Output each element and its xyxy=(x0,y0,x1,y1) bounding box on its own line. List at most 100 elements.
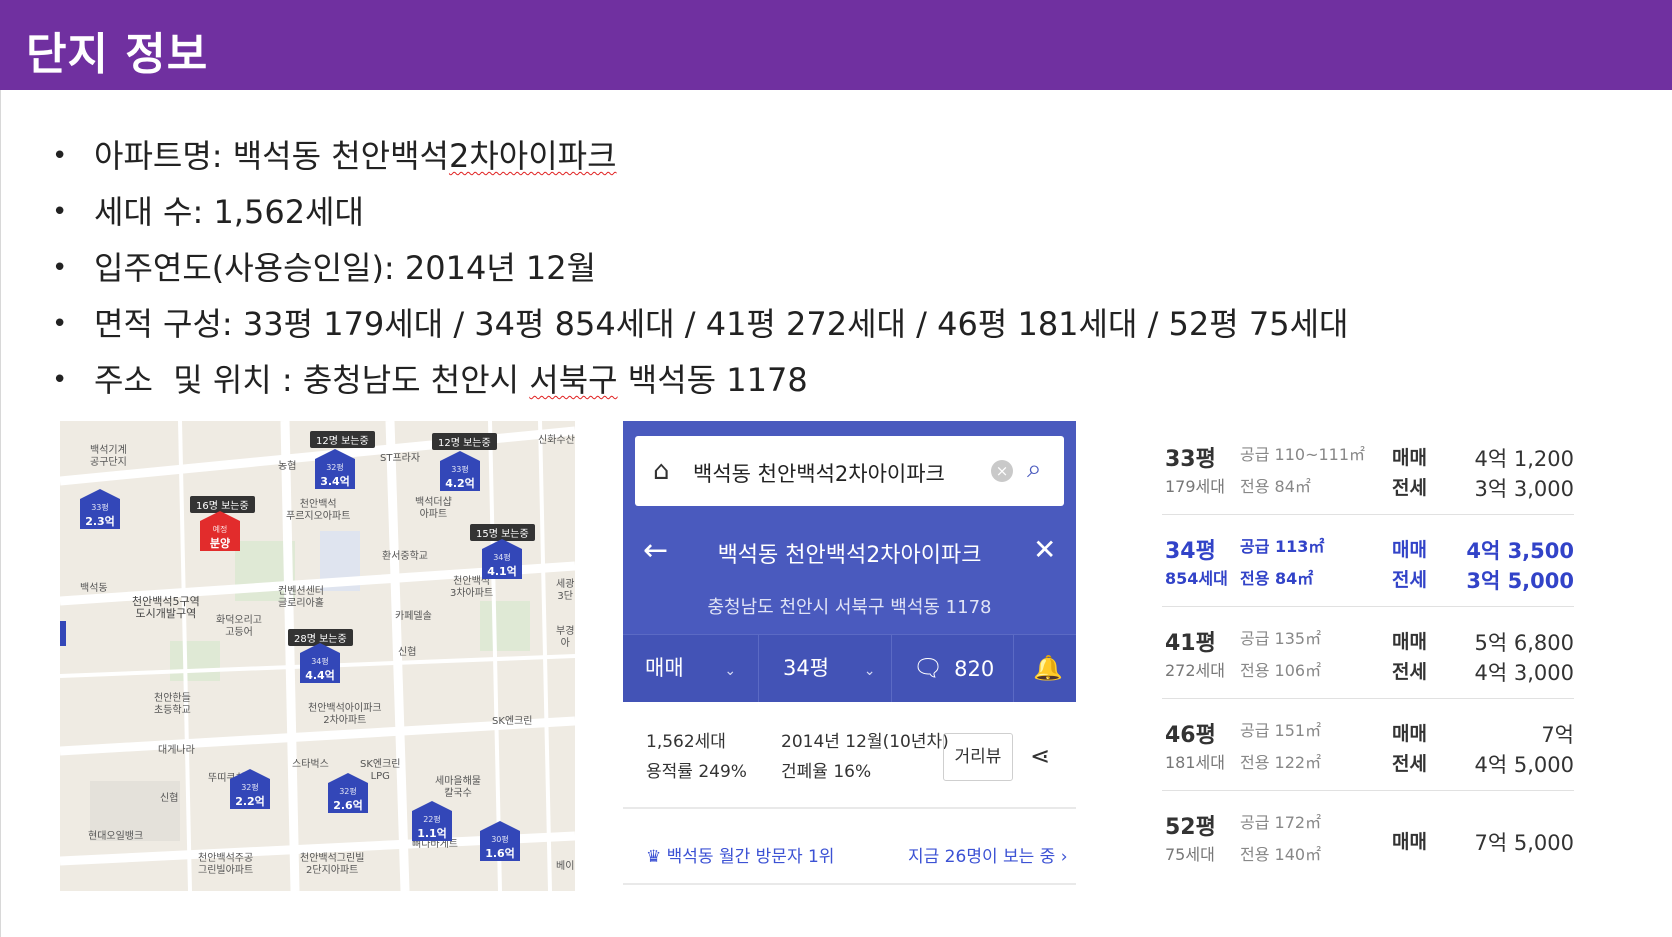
map-label: 천안백석5구역 도시개발구역 xyxy=(132,595,200,620)
price-pin[interactable]: 30평 1.6억 xyxy=(480,821,520,861)
street-view-button[interactable]: 거리뷰 xyxy=(943,733,1013,781)
tab-divider xyxy=(891,635,892,702)
row-divider xyxy=(1162,606,1574,607)
complex-address: 충청남도 천안시 서북구 백석동 1178 xyxy=(707,597,992,618)
search-icon[interactable]: ⌕ xyxy=(1027,454,1042,485)
share-icon[interactable]: ⋖ xyxy=(1030,742,1050,770)
price-pin[interactable]: 22평 1.1억 xyxy=(412,801,452,841)
map-label: 부경 아 xyxy=(556,626,575,649)
map-label: ST프라자 xyxy=(380,453,421,464)
map-label: 농협 xyxy=(278,461,297,472)
lease-price: 3억 5,000 xyxy=(1466,569,1574,593)
lease-type: 전세 xyxy=(1392,569,1427,591)
pin-price: 2.3억 xyxy=(85,515,115,528)
supply-area: 공급 113㎡ xyxy=(1240,537,1325,556)
trade-price: 4억 1,200 xyxy=(1474,447,1574,471)
map-label: 천안백석아이파크 2차아파트 xyxy=(308,703,382,726)
size-label: 34평 xyxy=(783,656,830,680)
viewing-now-link[interactable]: 지금 26명이 보는 중 › xyxy=(908,842,1068,867)
supply-area: 공급 172㎡ xyxy=(1240,813,1322,832)
map-view[interactable]: 백석기계 공구단지 농협 ST프라자 신화수산 천안백석 푸르지오아파트 백석더… xyxy=(60,421,575,891)
households-count: 1,562세대 xyxy=(646,732,726,752)
home-icon[interactable]: ⌂ xyxy=(653,456,670,486)
complex-stats-right: 2014년 12월(10년차) 건폐율 16% xyxy=(781,727,949,787)
chevron-down-icon: ⌄ xyxy=(724,663,737,679)
price-pin[interactable]: 32평 3.4억 xyxy=(315,449,355,489)
price-pin[interactable]: 33평 4.2억 xyxy=(440,451,480,491)
close-icon[interactable]: ✕ xyxy=(1033,533,1056,566)
chevron-right-icon: › xyxy=(1060,847,1068,867)
filter-tab-bar: 매매 ⌄ 34평 ⌄ 🗨 820 🔔 xyxy=(623,634,1076,702)
floor-area-ratio: 용적률 249% xyxy=(646,762,747,782)
slide-title: 단지 정보 xyxy=(26,29,209,80)
search-input-text[interactable]: 백석동 천안백석2차아이파크 xyxy=(693,458,945,488)
presale-pin[interactable]: 예정 분양 xyxy=(200,511,240,551)
pin-size: 30평 xyxy=(491,835,509,844)
map-label: 천안백석주공 그린빌아파트 xyxy=(198,853,254,876)
supply-area: 공급 151㎡ xyxy=(1240,721,1322,740)
price-row[interactable]: 46평 181세대 공급 151㎡ 전용 122㎡ 매매 전세 7억 4억 5,… xyxy=(1162,703,1574,795)
bell-icon[interactable]: 🔔 xyxy=(1033,635,1063,702)
bullet-dot: • xyxy=(52,141,68,171)
households: 854세대 xyxy=(1165,569,1228,588)
app-header-panel: ⌂ 백석동 천안백석2차아이파크 × ⌕ ← 백석동 천안백석2차아이파크 ✕ … xyxy=(623,421,1076,702)
speech-bubble-icon: 🗨 xyxy=(913,654,944,682)
price-row[interactable]: 52평 75세대 공급 172㎡ 전용 140㎡ 매매 7억 5,000 xyxy=(1162,795,1574,887)
map-label: 천안백석그린빌 2단지아파트 xyxy=(300,853,365,876)
price-pin[interactable]: 32평 2.6억 xyxy=(328,773,368,813)
trade-type: 매매 xyxy=(1392,723,1427,745)
pin-price: 1.1억 xyxy=(417,827,447,840)
bullet-dot: • xyxy=(52,365,68,395)
row-divider xyxy=(1162,698,1574,699)
info-bullet-list: • 아파트명: 백석동 천안백석2차아이파크 • 세대 수: 1,562세대 • 입주… xyxy=(52,128,1348,408)
price-pin[interactable]: 34평 4.1억 xyxy=(482,539,522,579)
divider xyxy=(623,883,1076,885)
price-row-selected[interactable]: 34평 854세대 공급 113㎡ 전용 84㎡ 매매 전세 4억 3,500 … xyxy=(1162,519,1574,611)
slide-left-border xyxy=(0,90,1,937)
bullet-dot: • xyxy=(52,309,68,339)
divider xyxy=(623,807,1076,809)
price-row[interactable]: 41평 272세대 공급 135㎡ 전용 106㎡ 매매 전세 5억 6,800… xyxy=(1162,611,1574,703)
exclusive-area: 전용 84㎡ xyxy=(1240,569,1314,588)
built-date: 2014년 12월(10년차) xyxy=(781,732,949,752)
lease-price: 4억 3,000 xyxy=(1474,661,1574,685)
pin-price: 2.2억 xyxy=(235,795,265,808)
map-label: 스타벅스 xyxy=(292,759,329,770)
trade-type-label: 매매 xyxy=(645,656,684,680)
pin-price: 분양 xyxy=(209,537,231,550)
map-label: 천안백석 푸르지오아파트 xyxy=(286,499,351,522)
bullet-dot: • xyxy=(52,253,68,283)
lease-type: 전세 xyxy=(1392,661,1427,683)
pyeong: 33평 xyxy=(1165,447,1216,472)
pyeong: 46평 xyxy=(1165,723,1216,748)
pyeong: 41평 xyxy=(1165,631,1216,656)
pin-size: 33평 xyxy=(451,465,469,474)
exclusive-area: 전용 106㎡ xyxy=(1240,661,1322,680)
trade-type: 매매 xyxy=(1392,539,1427,561)
clear-icon[interactable]: × xyxy=(991,460,1013,482)
bullet-text: 입주연도(사용승인일): 2014년 12월 xyxy=(94,249,597,287)
map-label: 백석더샵 아파트 xyxy=(415,497,452,520)
tab-divider xyxy=(758,635,759,702)
bullet-address: • 주소 및 위치 : 충청남도 천안시 서북구 백석동 1178 xyxy=(52,352,1348,408)
search-box[interactable]: ⌂ 백석동 천안백석2차아이파크 × ⌕ xyxy=(635,436,1064,506)
trade-type-dropdown[interactable]: 매매 ⌄ xyxy=(645,635,745,702)
price-pin[interactable]: 33평 2.3억 xyxy=(80,489,120,529)
bullet-households: • 세대 수: 1,562세대 xyxy=(52,184,1348,240)
bullet-text: 면적 구성: 33평 179세대 / 34평 854세대 / 41평 272세대… xyxy=(94,305,1349,343)
price-row[interactable]: 33평 179세대 공급 110~111㎡ 전용 84㎡ 매매 전세 4억 1,… xyxy=(1162,427,1574,519)
households: 75세대 xyxy=(1165,845,1215,864)
size-dropdown[interactable]: 34평 ⌄ xyxy=(783,635,883,702)
pin-size: 33평 xyxy=(91,503,109,512)
pin-price: 4.2억 xyxy=(445,477,475,490)
households: 272세대 xyxy=(1165,661,1225,680)
bullet-area-composition: • 면적 구성: 33평 179세대 / 34평 854세대 / 41평 272세… xyxy=(52,296,1348,352)
price-pin[interactable]: 32평 2.2억 xyxy=(230,769,270,809)
exclusive-area: 전용 140㎡ xyxy=(1240,845,1322,864)
bullet-dot: • xyxy=(52,197,68,227)
households: 181세대 xyxy=(1165,753,1225,772)
price-pin-selected[interactable]: 34평 4.4억 xyxy=(300,643,340,683)
bullet-text-rest: 백석동 1178 xyxy=(617,361,808,399)
map-label: 현대오일뱅크 xyxy=(88,831,144,842)
comments-button[interactable]: 🗨 820 xyxy=(913,635,1003,702)
